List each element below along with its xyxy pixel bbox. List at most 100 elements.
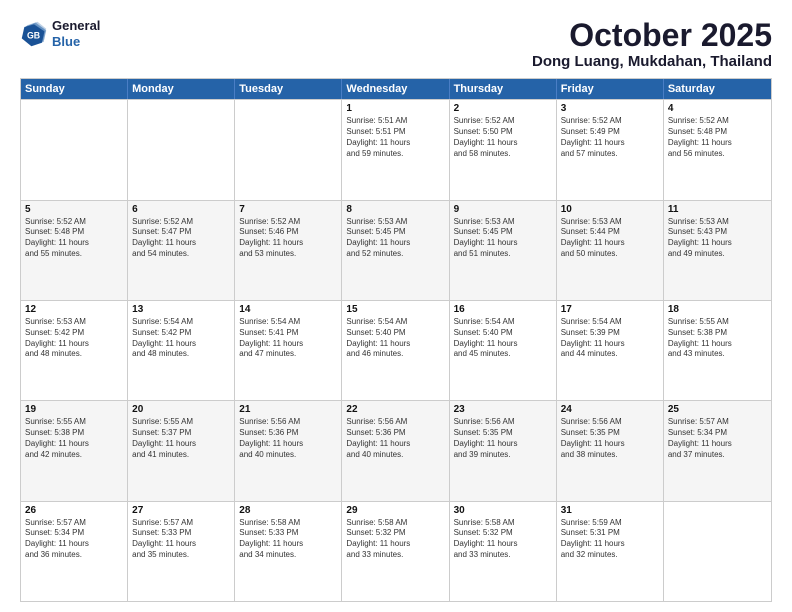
day-number: 13 [132, 304, 230, 315]
calendar-cell: 21Sunrise: 5:56 AMSunset: 5:36 PMDayligh… [235, 401, 342, 500]
day-number: 14 [239, 304, 337, 315]
day-number: 21 [239, 404, 337, 415]
day-number: 3 [561, 103, 659, 114]
calendar-cell [21, 100, 128, 199]
day-number: 15 [346, 304, 444, 315]
calendar-cell: 1 Sunrise: 5:51 AMSunset: 5:51 PMDaylight… [342, 100, 449, 199]
cell-text: Sunrise: 5:54 AMSunset: 5:42 PMDaylight:… [132, 317, 230, 360]
cell-text: Sunrise: 5:58 AMSunset: 5:32 PMDaylight:… [454, 518, 552, 561]
calendar-cell: 3Sunrise: 5:52 AMSunset: 5:49 PMDaylight… [557, 100, 664, 199]
calendar-cell: 22 Sunrise: 5:56 AMSunset: 5:36 PMDayligh… [342, 401, 449, 500]
calendar-cell: 5 Sunrise: 5:52 AMSunset: 5:48 PMDaylight… [21, 201, 128, 300]
cell-text: Sunrise: 5:56 AMSunset: 5:36 PMDaylight:… [346, 417, 444, 460]
day-number: 16 [454, 304, 552, 315]
cell-text: Sunrise: 5:51 AMSunset: 5:51 PMDaylight:… [346, 116, 444, 159]
calendar-cell: 23Sunrise: 5:56 AMSunset: 5:35 PMDayligh… [450, 401, 557, 500]
title-block: October 2025 Dong Luang, Mukdahan, Thail… [532, 18, 772, 70]
cell-text: Sunrise: 5:53 AMSunset: 5:45 PMDaylight:… [346, 217, 444, 260]
day-number: 28 [239, 505, 337, 516]
calendar-cell: 18Sunrise: 5:55 AMSunset: 5:38 PMDayligh… [664, 301, 771, 400]
cell-text: Sunrise: 5:52 AMSunset: 5:50 PMDaylight:… [454, 116, 552, 159]
day-number: 12 [25, 304, 123, 315]
calendar-cell: 31Sunrise: 5:59 AMSunset: 5:31 PMDayligh… [557, 502, 664, 601]
calendar-cell: 29Sunrise: 5:58 AMSunset: 5:32 PMDayligh… [342, 502, 449, 601]
logo: GB General Blue [20, 18, 100, 49]
day-number: 4 [668, 103, 767, 114]
calendar-cell: 25 Sunrise: 5:57 AMSunset: 5:34 PMDayligh… [664, 401, 771, 500]
cell-text: Sunrise: 5:54 AMSunset: 5:40 PMDaylight:… [346, 317, 444, 360]
month-title: October 2025 [532, 18, 772, 53]
logo-icon: GB [20, 20, 48, 48]
day-number: 1 [346, 103, 444, 114]
calendar-cell: 16 Sunrise: 5:54 AMSunset: 5:40 PMDayligh… [450, 301, 557, 400]
calendar-row: 12Sunrise: 5:53 AMSunset: 5:42 PMDayligh… [21, 300, 771, 400]
cell-text: Sunrise: 5:53 AMSunset: 5:45 PMDaylight:… [454, 217, 552, 260]
logo-general: General [52, 18, 100, 34]
day-number: 27 [132, 505, 230, 516]
calendar: SundayMondayTuesdayWednesdayThursdayFrid… [20, 78, 772, 602]
day-number: 25 [668, 404, 767, 415]
page: GB General Blue October 2025 Dong Luang,… [0, 0, 792, 612]
logo-text: General Blue [52, 18, 100, 49]
cell-text: Sunrise: 5:57 AMSunset: 5:34 PMDaylight:… [668, 417, 767, 460]
cell-text: Sunrise: 5:59 AMSunset: 5:31 PMDaylight:… [561, 518, 659, 561]
cell-text: Sunrise: 5:54 AMSunset: 5:40 PMDaylight:… [454, 317, 552, 360]
calendar-cell: 6 Sunrise: 5:52 AMSunset: 5:47 PMDaylight… [128, 201, 235, 300]
cell-text: Sunrise: 5:52 AMSunset: 5:47 PMDaylight:… [132, 217, 230, 260]
calendar-header: SundayMondayTuesdayWednesdayThursdayFrid… [21, 79, 771, 99]
day-number: 8 [346, 204, 444, 215]
cell-text: Sunrise: 5:53 AMSunset: 5:43 PMDaylight:… [668, 217, 767, 260]
calendar-cell [235, 100, 342, 199]
weekday-header: Wednesday [342, 79, 449, 99]
calendar-cell: 19 Sunrise: 5:55 AMSunset: 5:38 PMDayligh… [21, 401, 128, 500]
cell-text: Sunrise: 5:57 AMSunset: 5:34 PMDaylight:… [25, 518, 123, 561]
calendar-cell: 17Sunrise: 5:54 AMSunset: 5:39 PMDayligh… [557, 301, 664, 400]
day-number: 11 [668, 204, 767, 215]
logo-blue: Blue [52, 34, 100, 50]
day-number: 19 [25, 404, 123, 415]
calendar-body: 1 Sunrise: 5:51 AMSunset: 5:51 PMDaylight… [21, 99, 771, 601]
svg-text:GB: GB [27, 30, 40, 40]
calendar-row: 5 Sunrise: 5:52 AMSunset: 5:48 PMDaylight… [21, 200, 771, 300]
calendar-cell: 2 Sunrise: 5:52 AMSunset: 5:50 PMDaylight… [450, 100, 557, 199]
calendar-cell: 12Sunrise: 5:53 AMSunset: 5:42 PMDayligh… [21, 301, 128, 400]
day-number: 6 [132, 204, 230, 215]
calendar-cell: 26 Sunrise: 5:57 AMSunset: 5:34 PMDayligh… [21, 502, 128, 601]
weekday-header: Saturday [664, 79, 771, 99]
calendar-cell: 9Sunrise: 5:53 AMSunset: 5:45 PMDaylight… [450, 201, 557, 300]
day-number: 26 [25, 505, 123, 516]
calendar-cell: 28Sunrise: 5:58 AMSunset: 5:33 PMDayligh… [235, 502, 342, 601]
calendar-cell: 27Sunrise: 5:57 AMSunset: 5:33 PMDayligh… [128, 502, 235, 601]
weekday-header: Monday [128, 79, 235, 99]
cell-text: Sunrise: 5:52 AMSunset: 5:48 PMDaylight:… [25, 217, 123, 260]
cell-text: Sunrise: 5:56 AMSunset: 5:35 PMDaylight:… [561, 417, 659, 460]
calendar-cell: 7 Sunrise: 5:52 AMSunset: 5:46 PMDaylight… [235, 201, 342, 300]
calendar-cell: 10Sunrise: 5:53 AMSunset: 5:44 PMDayligh… [557, 201, 664, 300]
weekday-header: Thursday [450, 79, 557, 99]
calendar-cell: 30 Sunrise: 5:58 AMSunset: 5:32 PMDayligh… [450, 502, 557, 601]
calendar-cell [128, 100, 235, 199]
calendar-row: 1 Sunrise: 5:51 AMSunset: 5:51 PMDaylight… [21, 99, 771, 199]
calendar-cell: 24Sunrise: 5:56 AMSunset: 5:35 PMDayligh… [557, 401, 664, 500]
day-number: 30 [454, 505, 552, 516]
cell-text: Sunrise: 5:52 AMSunset: 5:46 PMDaylight:… [239, 217, 337, 260]
cell-text: Sunrise: 5:53 AMSunset: 5:44 PMDaylight:… [561, 217, 659, 260]
day-number: 22 [346, 404, 444, 415]
day-number: 2 [454, 103, 552, 114]
day-number: 20 [132, 404, 230, 415]
calendar-cell: 8 Sunrise: 5:53 AMSunset: 5:45 PMDaylight… [342, 201, 449, 300]
weekday-header: Friday [557, 79, 664, 99]
day-number: 23 [454, 404, 552, 415]
cell-text: Sunrise: 5:54 AMSunset: 5:41 PMDaylight:… [239, 317, 337, 360]
cell-text: Sunrise: 5:55 AMSunset: 5:38 PMDaylight:… [25, 417, 123, 460]
cell-text: Sunrise: 5:55 AMSunset: 5:38 PMDaylight:… [668, 317, 767, 360]
calendar-row: 26 Sunrise: 5:57 AMSunset: 5:34 PMDayligh… [21, 501, 771, 601]
day-number: 7 [239, 204, 337, 215]
cell-text: Sunrise: 5:55 AMSunset: 5:37 PMDaylight:… [132, 417, 230, 460]
day-number: 5 [25, 204, 123, 215]
weekday-header: Tuesday [235, 79, 342, 99]
weekday-header: Sunday [21, 79, 128, 99]
calendar-row: 19 Sunrise: 5:55 AMSunset: 5:38 PMDayligh… [21, 400, 771, 500]
calendar-cell: 15 Sunrise: 5:54 AMSunset: 5:40 PMDayligh… [342, 301, 449, 400]
day-number: 17 [561, 304, 659, 315]
